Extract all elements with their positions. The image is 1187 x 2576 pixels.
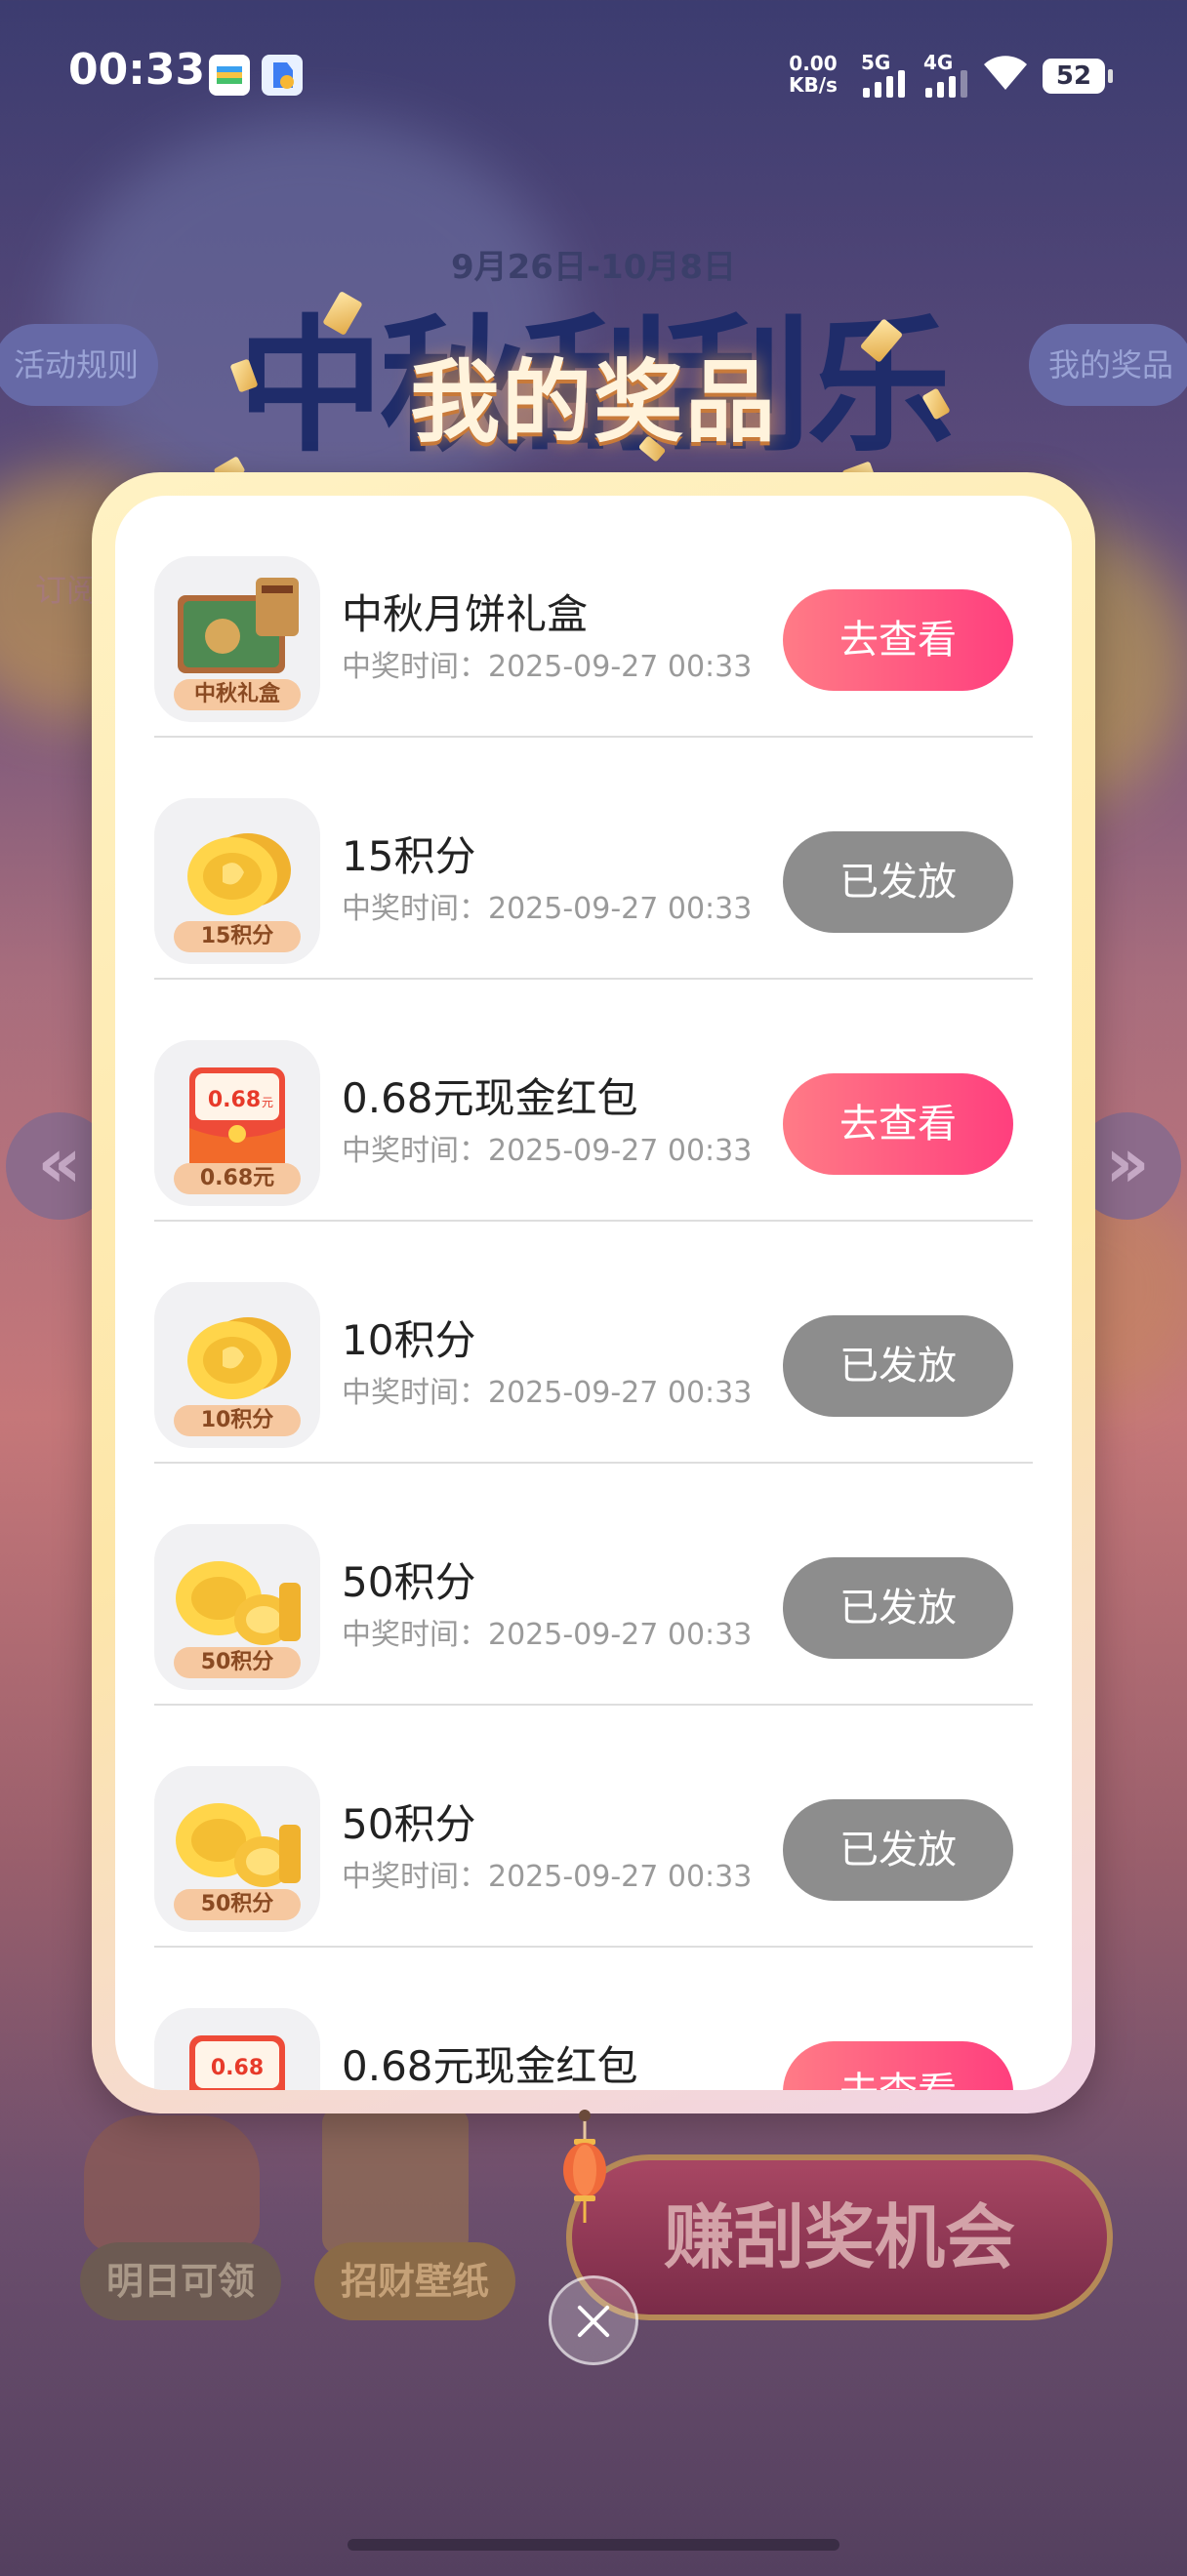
svg-text:元: 元 <box>262 1096 273 1109</box>
prize-item: 0.68 0.68元现金红包 去查看 <box>154 1948 1033 2090</box>
prize-badge: 15积分 <box>174 921 301 952</box>
app-notification-icon <box>262 55 303 96</box>
view-prize-button[interactable]: 去查看 <box>783 1073 1013 1175</box>
modal-title: 我的奖品 <box>409 350 777 455</box>
earn-chances-button[interactable]: 赚刮奖机会 <box>566 2154 1113 2320</box>
issued-button[interactable]: 已发放 <box>783 1315 1013 1417</box>
issued-button[interactable]: 已发放 <box>783 831 1013 933</box>
prize-dialog: 中秋礼盒 中秋月饼礼盒 中奖时间：2025-09-27 00:33 去查看 15… <box>92 472 1095 2113</box>
prize-thumbnail: 10积分 <box>154 1282 320 1448</box>
prize-item: 10积分 10积分 中奖时间：2025-09-27 00:33 已发放 <box>154 1222 1033 1464</box>
wallpaper-button[interactable]: 招财壁纸 <box>314 2242 515 2320</box>
prize-item: 15积分 15积分 中奖时间：2025-09-27 00:33 已发放 <box>154 738 1033 980</box>
prize-thumbnail: 0.68 <box>154 2008 320 2090</box>
notebook-image <box>322 2108 469 2254</box>
prize-badge: 50积分 <box>174 1889 301 1920</box>
battery-icon: 52 <box>1043 59 1113 94</box>
prize-item: 50积分 50积分 中奖时间：2025-09-27 00:33 已发放 <box>154 1706 1033 1948</box>
prize-thumbnail: 50积分 <box>154 1766 320 1932</box>
prize-item: 0.68 元 0.68元 0.68元现金红包 中奖时间：2025-09-27 0… <box>154 980 1033 1222</box>
view-prize-button[interactable]: 去查看 <box>783 2041 1013 2090</box>
home-indicator <box>348 2539 839 2551</box>
network-speed: 0.00 KB/s <box>789 52 838 97</box>
wallet-app-icon <box>209 55 250 96</box>
subscribe-label: 订阅 <box>35 572 99 609</box>
prize-name: 50积分 <box>342 1800 476 1848</box>
prize-time: 中奖时间：2025-09-27 00:33 <box>342 1618 753 1652</box>
view-prize-button[interactable]: 去查看 <box>783 589 1013 691</box>
status-bar: 00:33 0.00 KB/s 5G 4G 52 <box>0 0 1187 146</box>
issued-button[interactable]: 已发放 <box>783 1557 1013 1659</box>
red-envelope-icon: 0.68 <box>189 2035 285 2090</box>
prize-list[interactable]: 中秋礼盒 中秋月饼礼盒 中奖时间：2025-09-27 00:33 去查看 15… <box>115 496 1072 2090</box>
prize-badge: 50积分 <box>174 1647 301 1678</box>
wifi-icon <box>980 51 1031 96</box>
lucky-cat-image <box>84 2115 260 2252</box>
prize-name: 15积分 <box>342 832 476 880</box>
prize-thumbnail: 15积分 <box>154 798 320 964</box>
sim1-signal-icon <box>863 70 905 98</box>
prize-time: 中奖时间：2025-09-27 00:33 <box>342 1860 753 1894</box>
issued-button[interactable]: 已发放 <box>783 1799 1013 1901</box>
prize-name: 0.68元现金红包 <box>342 1074 638 1122</box>
prize-thumbnail: 50积分 <box>154 1524 320 1690</box>
prize-time: 中奖时间：2025-09-27 00:33 <box>342 892 753 926</box>
svg-text:0.68: 0.68 <box>208 1088 261 1112</box>
prize-thumbnail: 中秋礼盒 <box>154 556 320 722</box>
prize-time: 中奖时间：2025-09-27 00:33 <box>342 1376 753 1410</box>
prize-item: 中秋礼盒 中秋月饼礼盒 中奖时间：2025-09-27 00:33 去查看 <box>154 496 1033 738</box>
svg-text:0.68: 0.68 <box>211 2056 264 2080</box>
prize-time: 中奖时间：2025-09-27 00:33 <box>342 1134 753 1168</box>
prize-badge: 0.68元 <box>174 1163 301 1194</box>
prize-thumbnail: 0.68 元 0.68元 <box>154 1040 320 1206</box>
status-time: 00:33 <box>68 45 206 95</box>
lantern-icon <box>563 2110 606 2223</box>
prize-badge: 10积分 <box>174 1405 301 1436</box>
claim-tomorrow-button[interactable]: 明日可领 <box>80 2242 281 2320</box>
prize-badge: 中秋礼盒 <box>174 679 301 710</box>
close-dialog-button[interactable] <box>549 2275 638 2365</box>
prize-time: 中奖时间：2025-09-27 00:33 <box>342 650 753 684</box>
sim2-signal-icon <box>925 70 967 98</box>
prize-name: 10积分 <box>342 1316 476 1364</box>
prize-name: 中秋月饼礼盒 <box>342 590 589 638</box>
prize-name: 50积分 <box>342 1558 476 1606</box>
prize-item: 50积分 50积分 中奖时间：2025-09-27 00:33 已发放 <box>154 1464 1033 1706</box>
prize-name: 0.68元现金红包 <box>342 2042 638 2090</box>
